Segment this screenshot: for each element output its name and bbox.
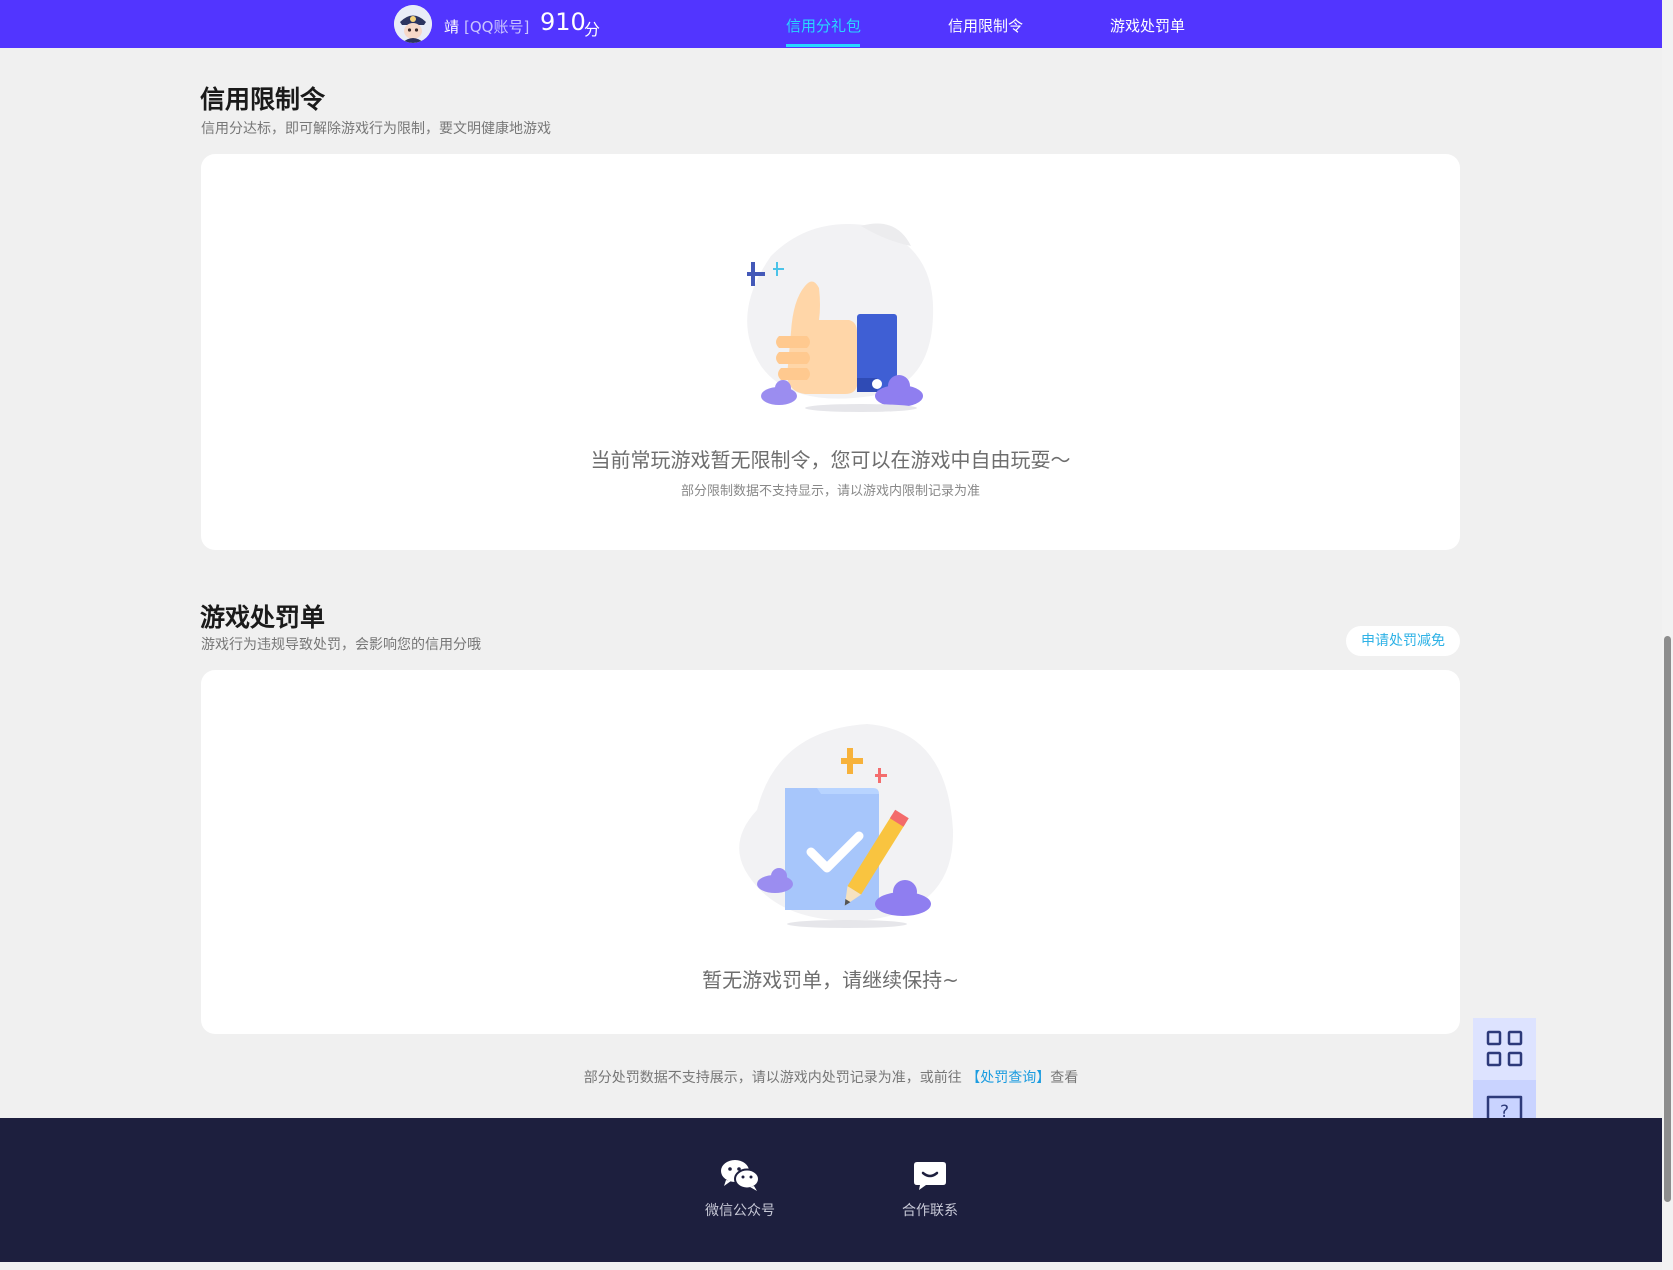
scrollbar-thumb[interactable]: [1664, 636, 1671, 1202]
wechat-icon: [721, 1160, 760, 1191]
thumbs-up-illustration: [747, 223, 934, 412]
section-title-penalty: 游戏处罚单: [200, 603, 326, 632]
avatar-image: [394, 5, 432, 43]
apply-penalty-reduction-button[interactable]: 申请处罚减免: [1346, 626, 1460, 656]
checklist-pencil-illustration: [739, 724, 954, 928]
top-nav-bar: 靖 [QQ账号] 910 分 信用分礼包 信用限制令 游戏处罚单: [0, 0, 1662, 48]
restriction-note: 部分限制数据不支持显示，请以游戏内限制记录为准: [680, 484, 980, 499]
qr-code-icon: [1486, 1030, 1523, 1067]
page-footer: 微信公众号 合作联系: [0, 1118, 1662, 1262]
penalty-footnote: 部分处罚数据不支持展示，请以游戏内处罚记录为准，或前往 【处罚查询】查看: [0, 1067, 1662, 1087]
section-title-restriction: 信用限制令: [200, 85, 326, 114]
restriction-empty-text: 当前常玩游戏暂无限制令，您可以在游戏中自由玩耍～: [590, 448, 1071, 472]
credit-score-value: 910: [540, 8, 586, 36]
penalty-query-link[interactable]: 【处罚查询】: [966, 1070, 1050, 1086]
footer-cooperation-label: 合作联系: [902, 1203, 958, 1219]
chat-bubble-icon: [914, 1162, 946, 1190]
footnote-suffix: 查看: [1050, 1070, 1079, 1086]
qr-code-button[interactable]: [1473, 1018, 1536, 1080]
section-subtitle-penalty: 游戏行为违规导致处罚，会影响您的信用分哦: [201, 637, 481, 653]
footer-wechat[interactable]: 微信公众号: [690, 1158, 790, 1220]
account-type-label: [QQ账号]: [464, 18, 530, 36]
footer-wechat-label: 微信公众号: [705, 1203, 775, 1219]
user-name: 靖: [444, 18, 460, 36]
tab-credit-gift[interactable]: 信用分礼包: [786, 15, 861, 36]
credit-score-unit: 分: [584, 20, 601, 39]
footer-cooperation[interactable]: 合作联系: [880, 1158, 980, 1220]
active-tab-underline: [786, 44, 860, 47]
tab-game-penalty[interactable]: 游戏处罚单: [1110, 15, 1185, 36]
penalty-empty-text: 暂无游戏罚单，请继续保持~: [702, 968, 959, 992]
section-subtitle-restriction: 信用分达标，即可解除游戏行为限制，要文明健康地游戏: [201, 121, 551, 137]
avatar[interactable]: [394, 5, 432, 43]
penalty-card: 暂无游戏罚单，请继续保持~: [201, 670, 1460, 1034]
restriction-card: 当前常玩游戏暂无限制令，您可以在游戏中自由玩耍～ 部分限制数据不支持显示，请以游…: [201, 154, 1460, 550]
footnote-text: 部分处罚数据不支持展示，请以游戏内处罚记录为准，或前往: [583, 1070, 962, 1086]
tab-credit-restriction[interactable]: 信用限制令: [948, 15, 1023, 36]
